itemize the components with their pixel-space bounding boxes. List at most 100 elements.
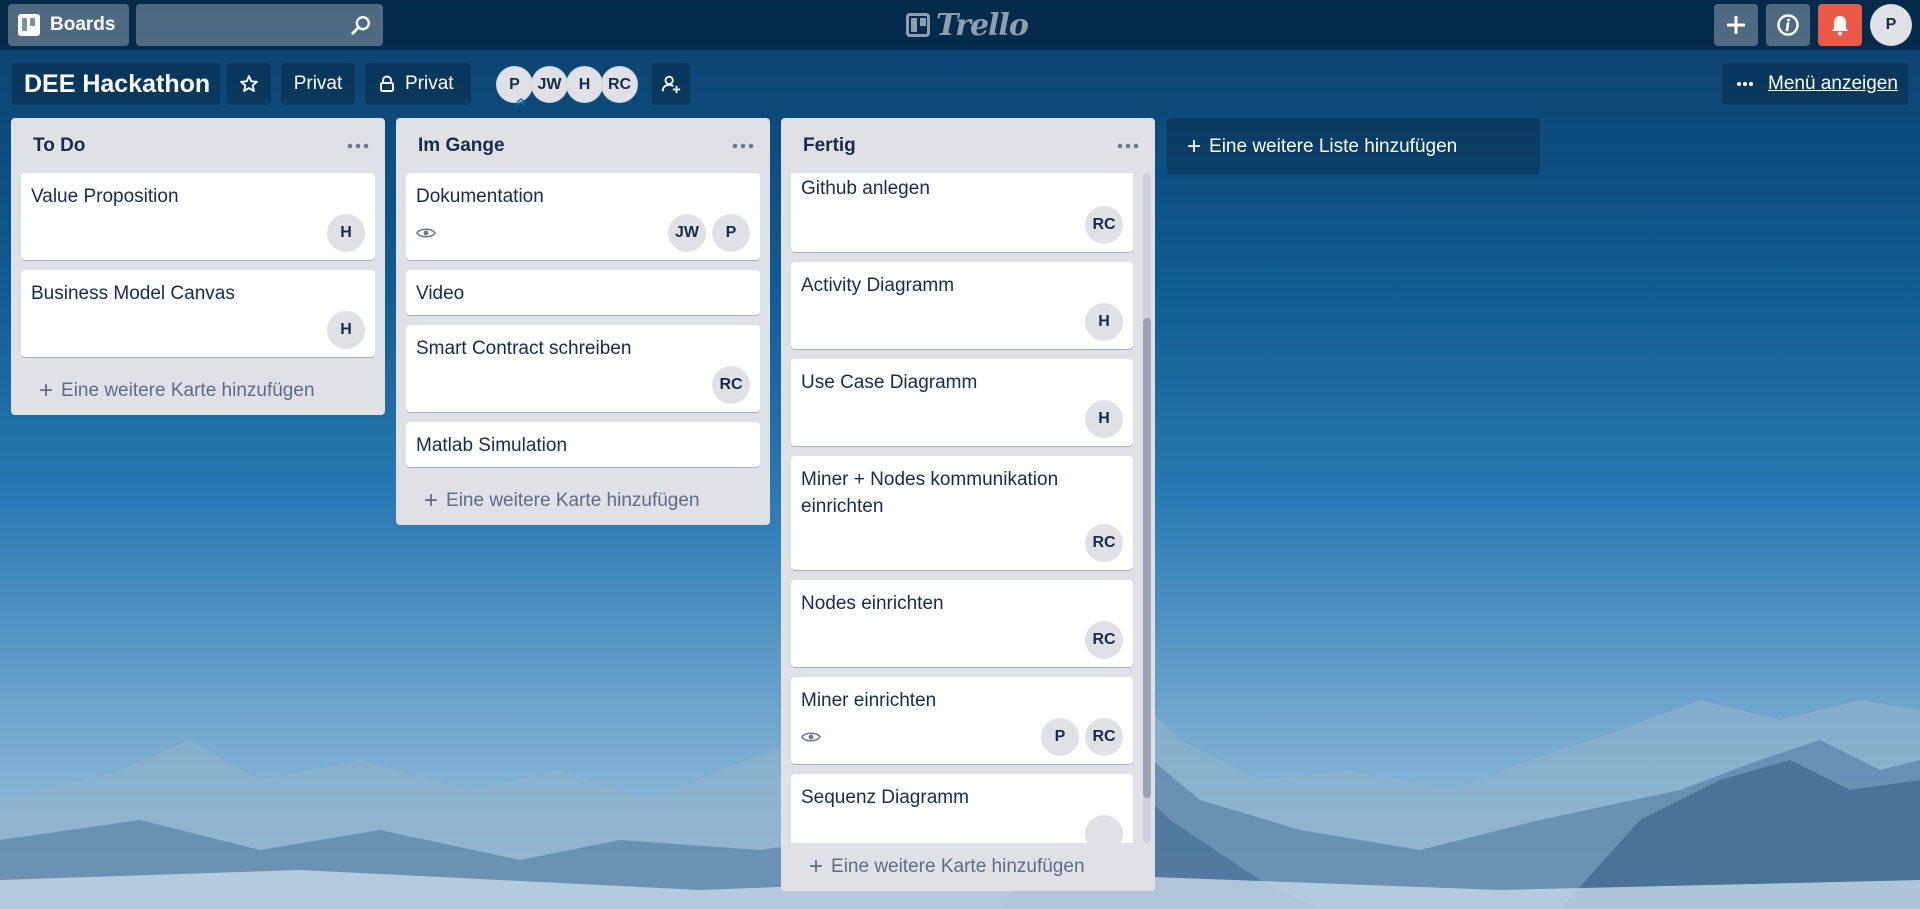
add-list-button[interactable]: + Eine weitere Liste hinzufügen [1167, 118, 1540, 175]
privacy-button[interactable]: Privat [365, 63, 471, 105]
member-avatar[interactable]: RC [601, 66, 638, 103]
card-member-avatar[interactable]: RC [1085, 718, 1123, 756]
card-list-scroll[interactable]: Github anlegen RC Activity Diagramm H Us… [781, 173, 1155, 843]
list-im-gange: Im Gange Dokumentation JW P Video Smart … [396, 118, 770, 525]
card[interactable]: Use Case Diagramm H [791, 359, 1133, 446]
list-header[interactable]: To Do [11, 118, 385, 173]
card-title: Activity Diagramm [801, 275, 955, 296]
card-member-avatar[interactable]: JW [668, 214, 706, 252]
card[interactable]: Miner einrichten P RC [791, 677, 1133, 764]
card[interactable]: Smart Contract schreiben RC [406, 325, 760, 412]
card[interactable]: Business Model Canvas H [21, 270, 375, 357]
card-title: Value Proposition [31, 186, 179, 207]
card-member-avatar[interactable]: H [1085, 400, 1123, 438]
eye-icon [416, 228, 436, 238]
card-list: Value Proposition H Business Model Canva… [11, 173, 385, 357]
card-member-avatar[interactable]: RC [712, 366, 750, 404]
card-title: Use Case Diagramm [801, 372, 978, 393]
card-title: Sequenz Diagramm [801, 787, 969, 808]
lock-icon [380, 75, 394, 92]
card[interactable]: Miner + Nodes kommunikation einrichten R… [791, 456, 1133, 570]
add-card-button[interactable]: + Eine weitere Karte hinzufügen [396, 477, 770, 525]
card[interactable]: Value Proposition H [21, 173, 375, 260]
plus-icon [1727, 16, 1745, 34]
list-title[interactable]: To Do [33, 135, 85, 157]
card[interactable]: Activity Diagramm H [791, 262, 1133, 349]
add-card-button[interactable]: + Eine weitere Karte hinzufügen [11, 367, 385, 415]
add-card-button[interactable]: + Eine weitere Karte hinzufügen [781, 843, 1155, 891]
boards-icon [18, 14, 40, 36]
list-header[interactable]: Fertig [781, 118, 1155, 173]
card-member-avatar[interactable]: P [1041, 718, 1079, 756]
list-header[interactable]: Im Gange [396, 118, 770, 173]
top-right-actions: P [1714, 4, 1912, 46]
board-title[interactable]: DEE Hackathon [12, 63, 220, 105]
card-member-avatar[interactable] [1085, 815, 1123, 843]
list-menu-button[interactable] [343, 136, 373, 156]
member-initials: JW [537, 75, 562, 93]
card-member-avatar[interactable]: H [327, 214, 365, 252]
list-todo: To Do Value Proposition H Business Model… [11, 118, 385, 415]
card[interactable]: Video [406, 270, 760, 315]
star-button[interactable] [227, 63, 271, 105]
star-icon [240, 75, 258, 93]
boards-button[interactable]: Boards [8, 4, 129, 46]
list-menu-button[interactable] [728, 136, 758, 156]
search-input[interactable] [136, 4, 383, 46]
create-button[interactable] [1714, 4, 1758, 46]
notifications-button[interactable] [1818, 4, 1862, 46]
bell-icon [1832, 16, 1848, 36]
plus-icon: + [809, 853, 824, 880]
user-avatar[interactable]: P [1870, 4, 1912, 46]
invite-member-button[interactable] [652, 63, 690, 105]
search-icon[interactable] [350, 14, 372, 36]
card-member-avatar[interactable]: H [1085, 303, 1123, 341]
logo-text: Trello [936, 7, 1029, 43]
card-title: Matlab Simulation [416, 435, 568, 456]
add-card-label: Eine weitere Karte hinzufügen [61, 380, 315, 401]
trello-logo[interactable]: Trello [906, 7, 1029, 43]
card-member-avatar[interactable]: H [327, 311, 365, 349]
scrollbar-thumb[interactable] [1143, 318, 1151, 798]
info-icon [1777, 14, 1799, 36]
card-title: Github anlegen [801, 178, 930, 199]
more-horizontal-icon [347, 143, 369, 148]
show-menu-button[interactable]: Menü anzeigen [1722, 63, 1908, 105]
card-member-avatar[interactable]: RC [1085, 621, 1123, 659]
member-avatar[interactable]: JW [531, 66, 568, 103]
list-title[interactable]: Im Gange [418, 135, 505, 157]
board-members: P JW H RC [496, 66, 638, 106]
card[interactable]: Dokumentation JW P [406, 173, 760, 260]
card-title: Miner + Nodes kommunikation einrichten [801, 469, 1059, 517]
trello-logo-icon [906, 13, 930, 37]
card[interactable]: Nodes einrichten RC [791, 580, 1133, 667]
card-title: Business Model Canvas [31, 283, 235, 304]
info-button[interactable] [1766, 4, 1810, 46]
card-title: Video [416, 283, 465, 304]
card[interactable]: Sequenz Diagramm [791, 774, 1133, 843]
boards-label: Boards [50, 14, 116, 35]
team-visibility-button[interactable]: Privat [281, 63, 355, 105]
member-avatar[interactable]: P [496, 66, 533, 106]
more-horizontal-icon [1737, 82, 1753, 86]
member-initials: H [578, 75, 591, 93]
list-title[interactable]: Fertig [803, 135, 856, 157]
card-member-avatar[interactable]: RC [1085, 524, 1123, 562]
list-menu-button[interactable] [1113, 136, 1143, 156]
card[interactable]: Github anlegen RC [791, 173, 1133, 252]
list-fertig: Fertig Github anlegen RC Activity Diagra… [781, 118, 1155, 891]
card-list: Dokumentation JW P Video Smart Contract … [396, 173, 770, 467]
card-member-avatar[interactable]: RC [1085, 206, 1123, 244]
card-member-avatar[interactable]: P [712, 214, 750, 252]
plus-icon: + [1187, 132, 1202, 160]
member-avatar[interactable]: H [566, 66, 603, 103]
card[interactable]: Matlab Simulation [406, 422, 760, 467]
more-horizontal-icon [732, 143, 754, 148]
privacy-label: Privat [405, 73, 454, 94]
card-list: Github anlegen RC Activity Diagramm H Us… [781, 173, 1155, 843]
top-bar: Boards Trello P [0, 0, 1920, 50]
member-initials: RC [607, 75, 632, 93]
add-person-icon [661, 75, 681, 94]
admin-chevron-icon [516, 98, 526, 106]
menu-label: Menü anzeigen [1768, 73, 1898, 94]
